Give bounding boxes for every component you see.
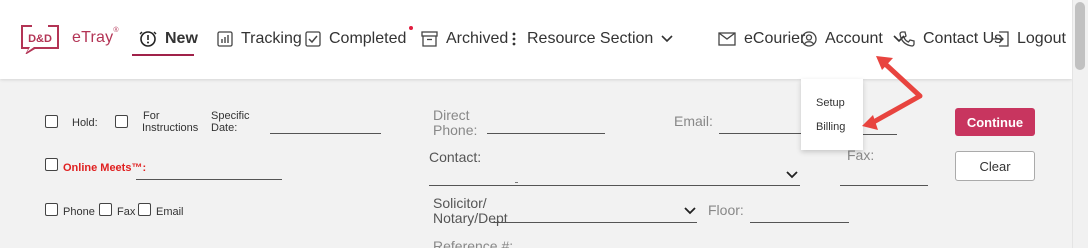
email-option-label: Email	[156, 206, 184, 218]
online-meets-checkbox[interactable]	[45, 158, 58, 171]
annotation-arrow-icon	[862, 56, 923, 130]
hold-label: Hold:	[72, 117, 98, 129]
fax-checkbox[interactable]	[99, 203, 112, 216]
nav-account[interactable]: Account	[801, 28, 905, 50]
email-input-underline	[863, 134, 897, 135]
vertical-dots-icon	[512, 32, 516, 46]
clear-button[interactable]: Clear	[955, 151, 1035, 181]
chevron-down-icon[interactable]	[684, 206, 696, 215]
chevron-down-icon[interactable]	[786, 170, 798, 179]
phone-checkbox[interactable]	[45, 203, 58, 216]
direct-phone-label: Direct Phone:	[433, 107, 478, 138]
nav-tracking-label: Tracking	[241, 30, 302, 47]
etray-logo[interactable]: D&D eTray®	[18, 22, 119, 54]
svg-text:D&D: D&D	[28, 33, 52, 45]
floor-label: Floor:	[708, 202, 744, 218]
contact-select-separator	[515, 182, 518, 183]
online-meets-label: Online Meets™:	[63, 162, 147, 174]
account-dropdown-menu: Setup Billing	[801, 79, 863, 150]
fax-option-label: Fax	[117, 206, 136, 218]
nav-contact-label: Contact Us	[923, 30, 1003, 47]
logout-icon	[993, 31, 1009, 47]
phone-icon	[899, 31, 915, 47]
phone-option-label: Phone	[63, 206, 95, 218]
chart-icon	[217, 31, 233, 47]
nav-completed[interactable]: Completed	[305, 26, 414, 50]
specific-date-input[interactable]	[270, 114, 381, 134]
direct-phone-input[interactable]	[487, 114, 605, 134]
nav-archived[interactable]: Archived	[421, 28, 508, 50]
alert-clock-icon	[139, 31, 157, 47]
nav-new[interactable]: New	[139, 28, 198, 50]
checkbox-check-icon	[305, 31, 321, 47]
fax-label: Fax:	[847, 147, 875, 163]
nav-ecourier[interactable]: eCourier	[718, 28, 805, 50]
chevron-down-icon	[661, 35, 673, 43]
brand-name: eTray®	[72, 27, 119, 46]
user-circle-icon	[801, 31, 817, 47]
nav-logout-label: Logout	[1017, 30, 1066, 47]
active-tab-indicator	[132, 54, 194, 56]
specific-date-label: Specific Date:	[211, 110, 250, 134]
continue-button[interactable]: Continue	[955, 108, 1035, 136]
nav-new-label: New	[165, 30, 198, 47]
archive-box-icon	[421, 31, 438, 47]
scrollbar-thumb[interactable]	[1075, 2, 1085, 70]
contact-select-underline[interactable]	[429, 185, 800, 186]
nav-archived-label: Archived	[446, 30, 509, 47]
dd-logo-icon: D&D	[21, 25, 59, 54]
nav-tracking[interactable]: Tracking	[217, 28, 302, 50]
mail-icon	[718, 32, 736, 46]
nav-ecourier-label: eCourier	[744, 30, 806, 47]
menu-item-setup[interactable]: Setup	[816, 97, 845, 109]
floor-input[interactable]	[750, 203, 849, 223]
contact-label: Contact:	[429, 149, 482, 165]
menu-item-billing[interactable]: Billing	[816, 121, 845, 133]
solicitor-select-underline[interactable]	[492, 222, 697, 223]
fax-input[interactable]	[840, 166, 928, 186]
nav-completed-label: Completed	[329, 26, 414, 48]
email-checkbox[interactable]	[138, 203, 151, 216]
vertical-scrollbar[interactable]	[1072, 0, 1088, 248]
email-label: Email:	[674, 113, 713, 129]
hold-checkbox[interactable]	[45, 115, 58, 128]
nav-account-label: Account	[825, 30, 883, 47]
nav-logout[interactable]: Logout	[992, 28, 1066, 50]
for-instructions-label: For Instructions	[142, 110, 199, 134]
reference-label: Reference #:	[433, 238, 514, 248]
for-instructions-checkbox[interactable]	[115, 115, 128, 128]
notification-dot	[409, 26, 414, 30]
nav-contact-us[interactable]: Contact Us	[899, 28, 1002, 50]
online-meets-input[interactable]	[136, 160, 282, 180]
nav-resource-section[interactable]: Resource Section	[509, 28, 673, 50]
nav-resource-label: Resource Section	[527, 30, 654, 47]
email-input[interactable]	[719, 114, 801, 134]
